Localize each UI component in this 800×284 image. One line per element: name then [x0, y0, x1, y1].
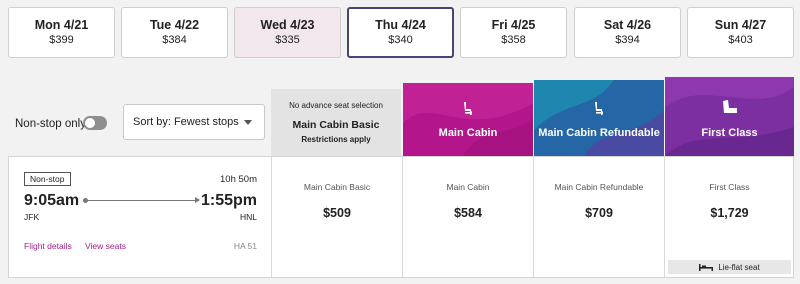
fare-price: $509 [323, 206, 351, 220]
fare-header-label: Main Cabin Basic [292, 119, 380, 131]
date-label: Mon 4/21 [34, 18, 89, 32]
arrival-time: 1:55pm [200, 192, 257, 209]
date-label: Wed 4/23 [260, 18, 315, 32]
fare-price: $584 [454, 206, 482, 220]
sort-select[interactable]: Sort by: Fewest stops [123, 104, 265, 140]
flight-duration: 10h 50m [220, 174, 257, 185]
nonstop-only-toggle[interactable] [83, 116, 107, 130]
fare-name: First Class [709, 182, 750, 192]
fare-price: $709 [585, 206, 613, 220]
date-price: $358 [501, 34, 526, 46]
fare-option-main-cabin-basic[interactable]: Main Cabin Basic $509 [271, 157, 402, 277]
date-card-sun[interactable]: Sun 4/27 $403 [687, 7, 794, 58]
fare-header-main-cabin-refundable: Main Cabin Refundable [534, 80, 664, 156]
nonstop-only-label: Non-stop only [15, 118, 86, 130]
fare-header-main-cabin-basic: No advance seat selection Main Cabin Bas… [271, 89, 401, 156]
fare-name: Main Cabin Basic [303, 182, 371, 192]
restrictions-note: Restrictions apply [301, 135, 371, 144]
seat-icon [595, 102, 603, 115]
fare-name: Main Cabin [446, 182, 490, 192]
date-price: $403 [728, 34, 753, 46]
departure-airport: JFK [24, 212, 40, 222]
flight-info: Non-stop 10h 50m 9:05am 1:55pm JFK HNL F… [9, 157, 271, 277]
seat-icon [722, 100, 737, 113]
fare-price: $1,729 [710, 206, 749, 220]
date-price: $340 [388, 34, 413, 46]
date-label: Sat 4/26 [603, 18, 652, 32]
fare-header-main-cabin: Main Cabin [403, 83, 533, 156]
toggle-knob [85, 118, 95, 128]
route-arrow-icon [83, 197, 200, 203]
fare-header-first-class: First Class [665, 77, 794, 156]
lie-flat-label: Lie-flat seat [718, 262, 760, 272]
date-card-thu[interactable]: Thu 4/24 $340 [347, 7, 454, 58]
view-seats-link[interactable]: View seats [85, 241, 126, 251]
flight-result-row: Non-stop 10h 50m 9:05am 1:55pm JFK HNL F… [8, 156, 794, 278]
date-price: $384 [162, 34, 187, 46]
flight-number: HA 51 [233, 241, 257, 251]
header-decoration [403, 83, 533, 156]
arrival-airport: HNL [239, 212, 257, 222]
lie-flat-seat-tag: Lie-flat seat [668, 260, 791, 274]
date-card-mon[interactable]: Mon 4/21 $399 [8, 7, 115, 58]
fare-header-label: First Class [701, 127, 758, 139]
date-card-wed[interactable]: Wed 4/23 $335 [234, 7, 341, 58]
nonstop-badge: Non-stop [24, 172, 71, 186]
header-decoration [534, 80, 664, 156]
date-label: Sun 4/27 [714, 18, 767, 32]
flight-details-link[interactable]: Flight details [24, 241, 72, 251]
fare-header-label: Main Cabin Refundable [538, 127, 660, 139]
fare-option-first-class[interactable]: First Class $1,729 Lie-flat seat [664, 157, 794, 277]
date-price: $335 [275, 34, 300, 46]
basic-note: No advance seat selection [289, 101, 383, 110]
chevron-down-icon [244, 120, 252, 125]
fare-name: Main Cabin Refundable [554, 182, 644, 192]
fare-option-main-cabin-refundable[interactable]: Main Cabin Refundable $709 [533, 157, 664, 277]
header-decoration [665, 77, 794, 156]
date-card-tue[interactable]: Tue 4/22 $384 [121, 7, 228, 58]
date-label: Fri 4/25 [491, 18, 536, 32]
date-strip: Mon 4/21 $399 Tue 4/22 $384 Wed 4/23 $33… [8, 7, 794, 58]
sort-select-value: Sort by: Fewest stops [133, 116, 239, 128]
date-label: Tue 4/22 [149, 18, 200, 32]
date-price: $399 [49, 34, 74, 46]
date-label: Thu 4/24 [375, 18, 426, 32]
date-card-sat[interactable]: Sat 4/26 $394 [574, 7, 681, 58]
seat-icon [464, 102, 472, 115]
fare-option-main-cabin[interactable]: Main Cabin $584 [402, 157, 533, 277]
bed-icon [699, 263, 714, 271]
departure-time: 9:05am [24, 192, 80, 209]
date-price: $394 [615, 34, 640, 46]
date-card-fri[interactable]: Fri 4/25 $358 [460, 7, 567, 58]
fare-header-label: Main Cabin [438, 127, 498, 139]
